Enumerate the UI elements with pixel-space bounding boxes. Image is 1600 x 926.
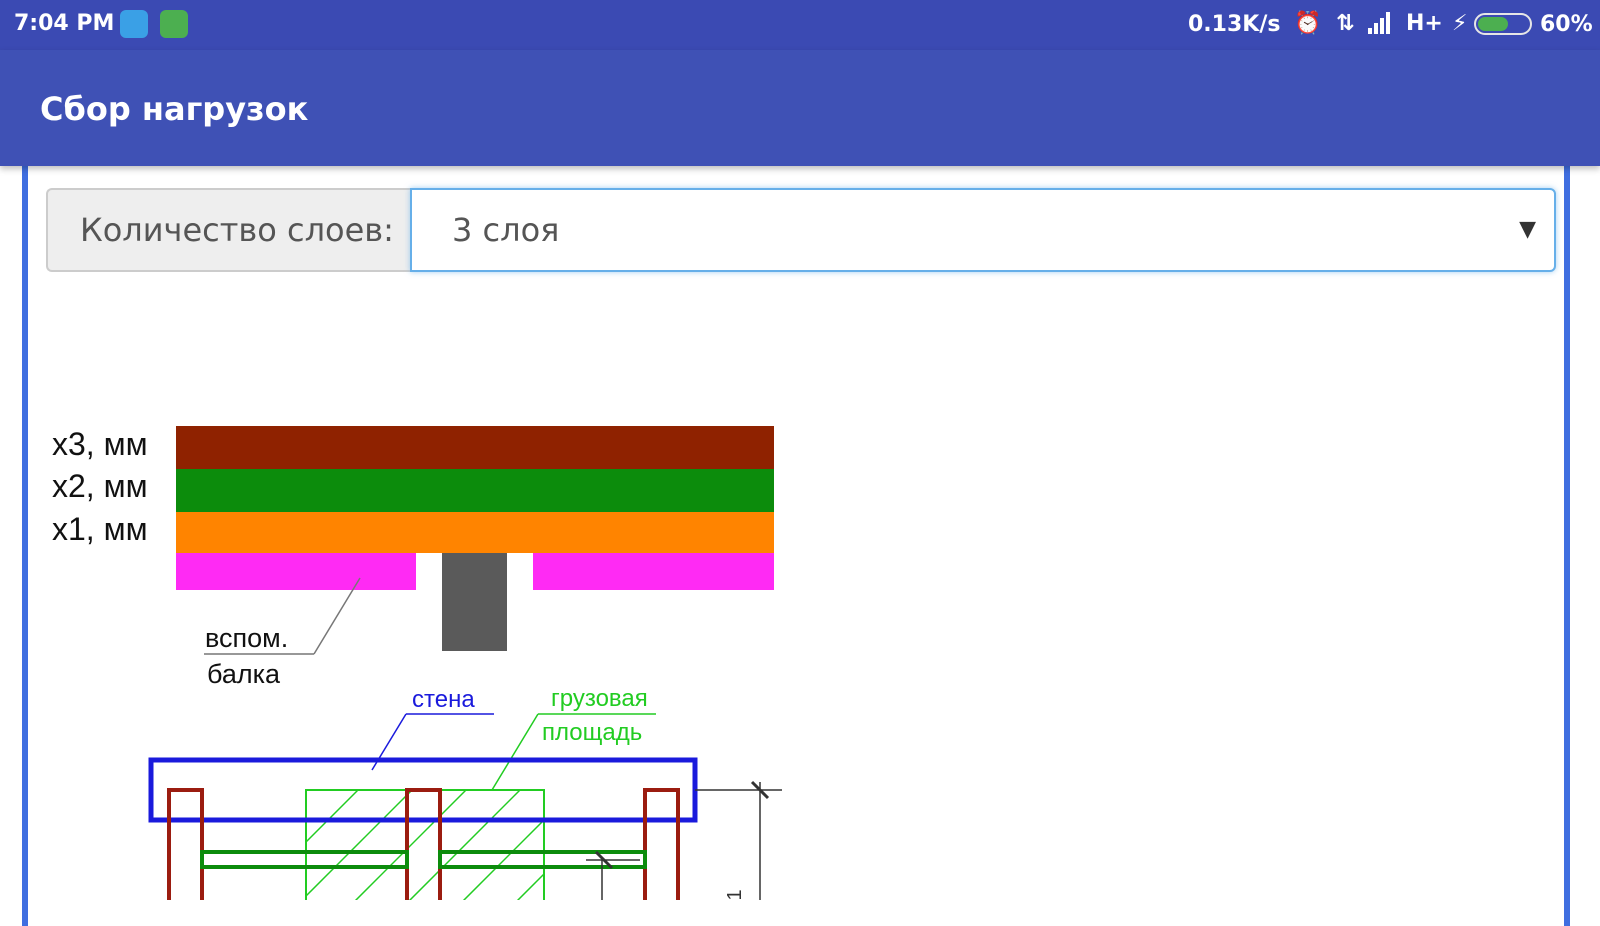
load-area-label-2: площадь	[542, 719, 642, 746]
column-left	[167, 788, 204, 900]
layer-x1-label: x1, мм	[52, 511, 148, 547]
aux-beam-label-1: вспом.	[205, 623, 288, 653]
layer-x2-label: x2, мм	[52, 468, 148, 504]
load-area-hatch	[305, 789, 545, 900]
dimension-label: l1	[724, 889, 746, 900]
wall-label: стена	[412, 686, 475, 713]
column-right	[643, 788, 680, 900]
load-area-label-1: грузовая	[551, 685, 648, 712]
app-bar: Сбор нагрузок	[0, 50, 1600, 166]
layer-x2-band	[176, 469, 774, 512]
layer-x3-band	[176, 426, 774, 469]
load-area-leader	[491, 713, 539, 791]
aux-beam-right	[533, 553, 774, 590]
app-title: Сбор нагрузок	[40, 90, 309, 128]
aux-beam-label-2: балка	[207, 659, 281, 689]
main-beam	[442, 553, 507, 651]
dimension-line	[586, 780, 782, 900]
aux-beam-left	[176, 553, 416, 590]
layer-x3-label: x3, мм	[52, 426, 148, 462]
beam-left	[200, 850, 409, 869]
layer-x1-band	[176, 512, 774, 553]
